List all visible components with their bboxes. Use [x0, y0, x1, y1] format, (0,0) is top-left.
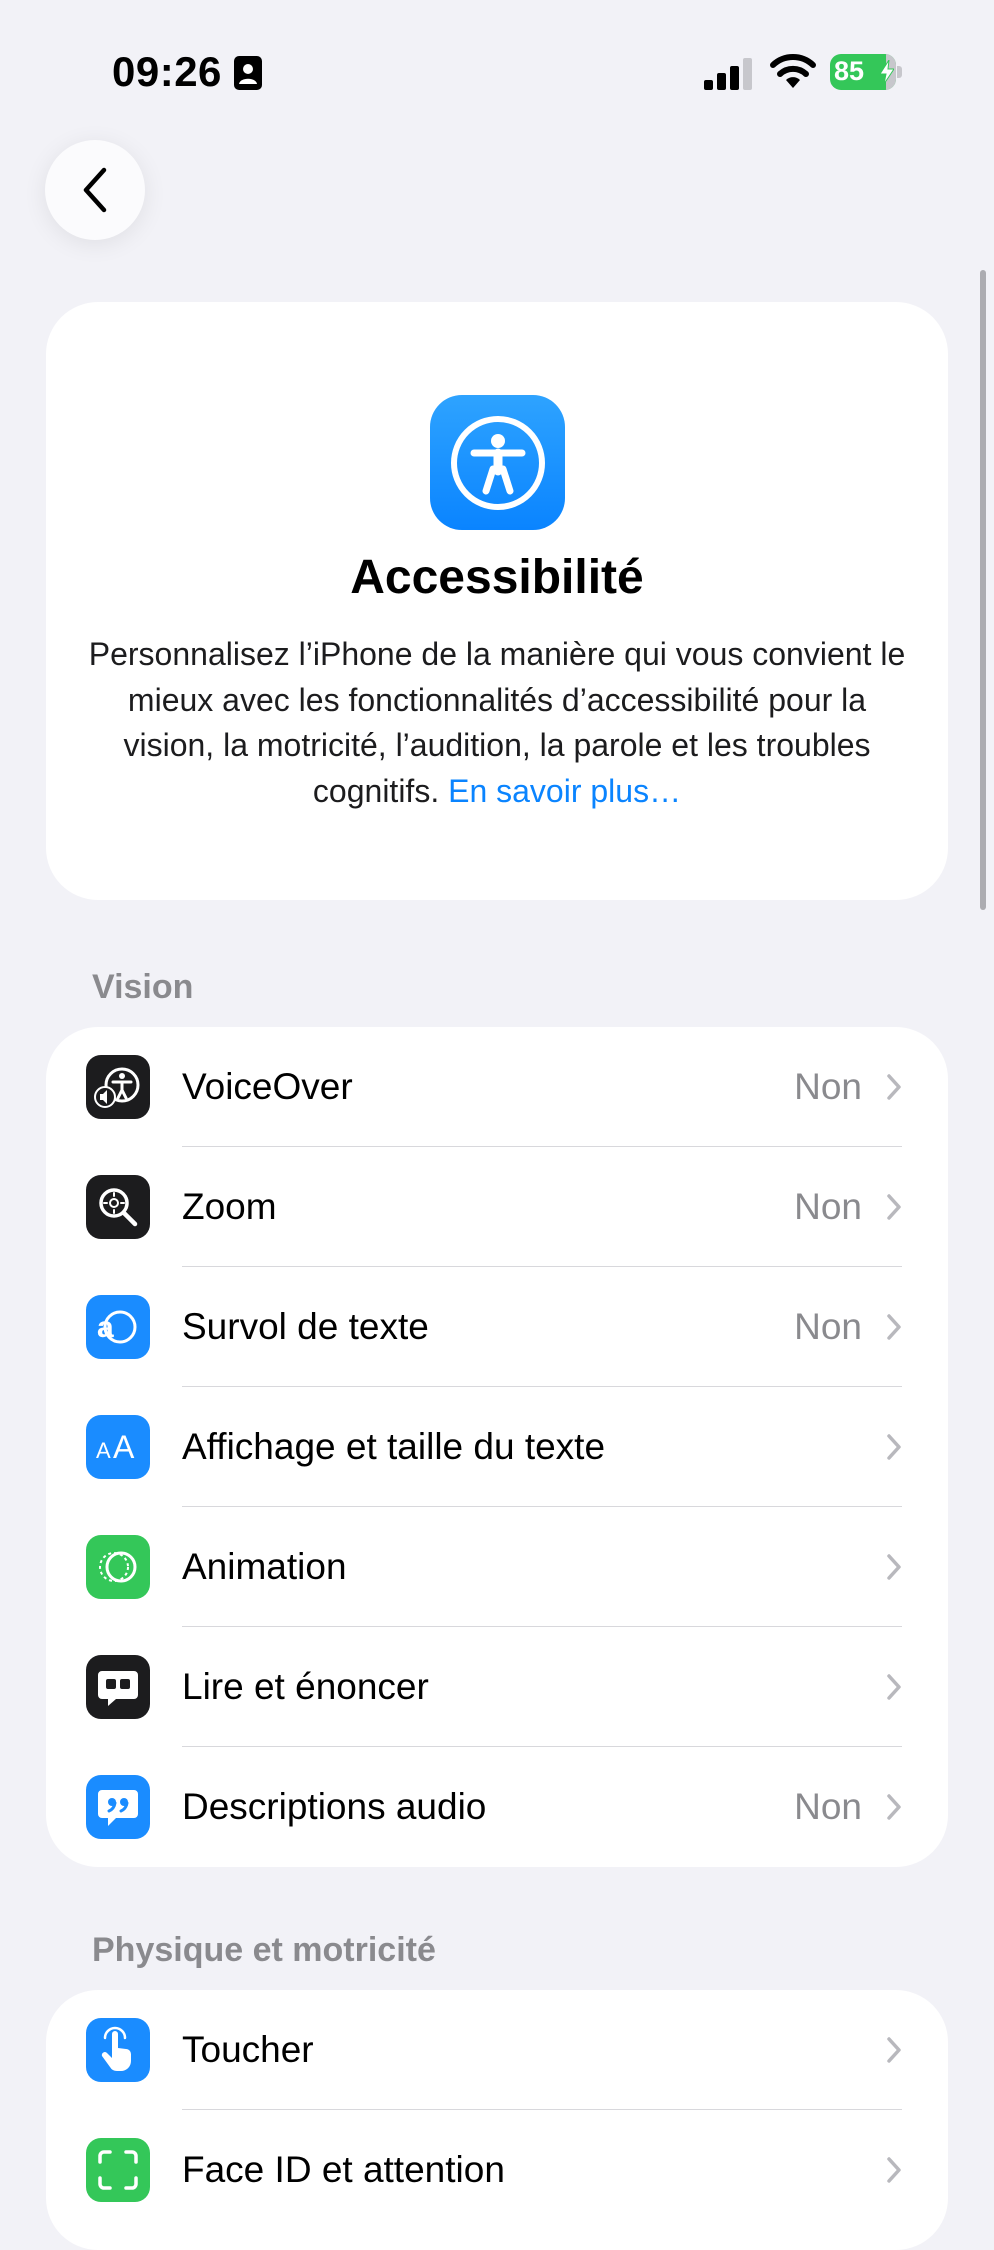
- item-label: Zoom: [182, 1186, 277, 1227]
- svg-text:A: A: [96, 1438, 111, 1463]
- chevron-right-icon: [887, 2037, 901, 2063]
- hover-text-icon: a: [86, 1295, 150, 1359]
- text-size-icon: A A: [86, 1415, 150, 1479]
- page-description: Personnalisez l’iPhone de la manière qui…: [86, 632, 908, 814]
- learn-more-link[interactable]: En savoir plus…: [448, 773, 681, 809]
- spoken-content-icon: [86, 1655, 150, 1719]
- touch-icon: [86, 2018, 150, 2082]
- list-item-touch[interactable]: Toucher: [46, 1990, 948, 2110]
- accessibility-icon: [430, 395, 565, 530]
- contact-card-icon: [234, 56, 262, 90]
- item-value: Non: [794, 1786, 862, 1827]
- vision-settings-list: VoiceOver Non Zoom Non a Survol de texte…: [46, 1027, 948, 1867]
- item-label: Affichage et taille du texte: [182, 1426, 606, 1467]
- item-label: Face ID et attention: [182, 2149, 505, 2190]
- chevron-right-icon: [887, 1194, 901, 1220]
- chevron-right-icon: [887, 2157, 901, 2183]
- item-label: Toucher: [182, 2029, 314, 2070]
- list-item-audio-descriptions[interactable]: Descriptions audio Non: [46, 1747, 948, 1867]
- list-item-motion[interactable]: Animation: [46, 1507, 948, 1627]
- chevron-right-icon: [887, 1794, 901, 1820]
- item-value: Non: [794, 1186, 862, 1227]
- voiceover-icon: [86, 1055, 150, 1119]
- item-label: Lire et énoncer: [182, 1666, 429, 1707]
- item-value: Non: [794, 1066, 862, 1107]
- zoom-icon: [86, 1175, 150, 1239]
- physical-settings-list: Toucher Face ID et attention: [46, 1990, 948, 2250]
- page-title: Accessibilité: [350, 551, 644, 604]
- charging-bolt-icon: [880, 60, 894, 84]
- chevron-right-icon: [887, 1674, 901, 1700]
- section-header-physical: Physique et motricité: [92, 1931, 436, 1969]
- chevron-right-icon: [887, 1554, 901, 1580]
- accessibility-intro-card: Accessibilité Personnalisez l’iPhone de …: [46, 302, 948, 900]
- item-label: Descriptions audio: [182, 1786, 487, 1827]
- list-item-zoom[interactable]: Zoom Non: [46, 1147, 948, 1267]
- scrollbar[interactable]: [980, 270, 986, 910]
- status-bar: 09:26 85: [0, 0, 994, 140]
- svg-text:A: A: [113, 1429, 135, 1465]
- item-label: Survol de texte: [182, 1306, 429, 1347]
- section-header-vision: Vision: [92, 968, 194, 1006]
- audio-descriptions-icon: [86, 1775, 150, 1839]
- item-value: Non: [794, 1306, 862, 1347]
- status-time: 09:26: [112, 48, 222, 95]
- chevron-right-icon: [887, 1314, 901, 1340]
- chevron-right-icon: [887, 1434, 901, 1460]
- battery-indicator: 85: [830, 54, 902, 90]
- item-label: VoiceOver: [182, 1066, 353, 1107]
- list-item-voiceover[interactable]: VoiceOver Non: [46, 1027, 948, 1147]
- item-label: Animation: [182, 1546, 347, 1587]
- svg-text:a: a: [97, 1311, 114, 1344]
- battery-level: 85: [834, 56, 865, 86]
- back-button[interactable]: [45, 140, 145, 240]
- wifi-icon: [770, 54, 816, 88]
- list-item-face-id[interactable]: Face ID et attention: [46, 2110, 948, 2230]
- face-id-icon: [86, 2138, 150, 2202]
- chevron-left-icon: [83, 167, 107, 213]
- motion-icon: [86, 1535, 150, 1599]
- list-item-spoken-content[interactable]: Lire et énoncer: [46, 1627, 948, 1747]
- list-item-display-text-size[interactable]: A A Affichage et taille du texte: [46, 1387, 948, 1507]
- chevron-right-icon: [887, 1074, 901, 1100]
- cellular-signal-icon: [704, 58, 752, 90]
- list-item-hover-text[interactable]: a Survol de texte Non: [46, 1267, 948, 1387]
